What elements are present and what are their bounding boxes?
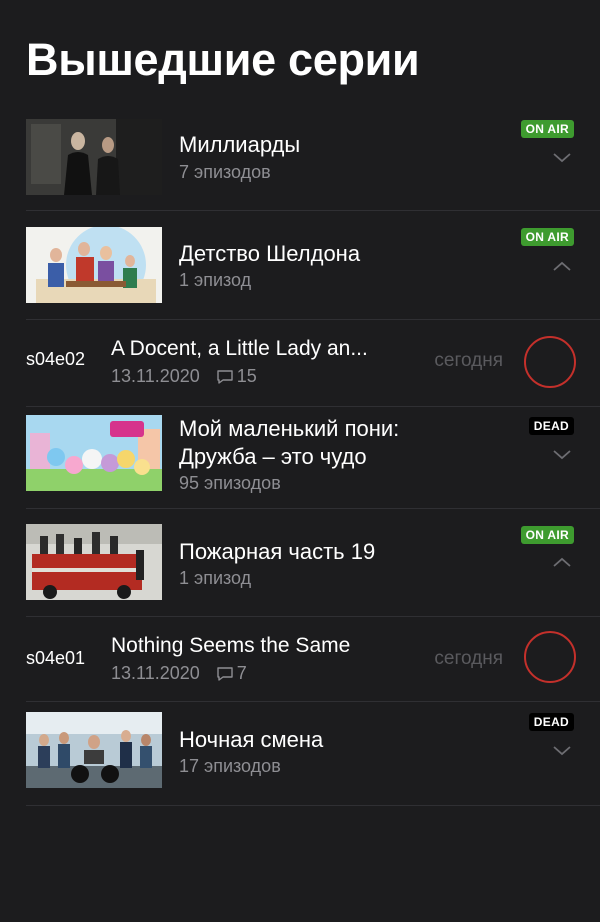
- episode-count: 1 эпизод: [179, 270, 252, 290]
- mark-watched-button[interactable]: [524, 631, 576, 683]
- mark-watched-button[interactable]: [524, 336, 576, 388]
- show-poster: [26, 712, 162, 788]
- show-row-billions[interactable]: Миллиарды 7 эпизодов ON AIR: [0, 108, 600, 210]
- episode-code: s04e01: [26, 648, 86, 668]
- show-title: Миллиарды: [179, 132, 301, 157]
- status-badge: ON AIR: [520, 526, 574, 544]
- chevron-down-icon[interactable]: [551, 150, 573, 164]
- status-badge: ON AIR: [520, 120, 574, 138]
- chevron-down-icon[interactable]: [551, 743, 573, 757]
- episode-row[interactable]: s04e01 Nothing Seems the Same 13.11.2020…: [0, 617, 600, 701]
- show-title-line-1: Мой маленький пони:: [179, 416, 400, 441]
- page-title: Вышедшие серии: [26, 34, 420, 85]
- episode-count: 1 эпизод: [179, 568, 252, 588]
- episode-when: сегодня: [434, 350, 503, 371]
- episode-date: 13.11.2020: [111, 366, 200, 386]
- show-title-line-2: Дружба – это чудо: [179, 444, 367, 469]
- comment-count: 15: [236, 366, 257, 386]
- status-badge: ON AIR: [520, 228, 574, 246]
- episode-meta: 13.11.2020 15: [111, 366, 257, 387]
- chevron-up-icon[interactable]: [551, 555, 573, 569]
- show-title: Ночная смена: [179, 727, 324, 752]
- show-row-night-shift[interactable]: Ночная смена 17 эпизодов DEAD: [0, 702, 600, 805]
- episode-title: A Docent, a Little Lady an...: [111, 337, 368, 360]
- show-row-station-19[interactable]: Пожарная часть 19 1 эпизод ON AIR: [0, 509, 600, 616]
- episode-count: 7 эпизодов: [179, 162, 271, 182]
- episode-count: 95 эпизодов: [179, 473, 281, 493]
- comment-icon: [217, 666, 233, 681]
- episode-code: s04e02: [26, 349, 86, 369]
- chevron-up-icon[interactable]: [551, 259, 573, 273]
- comment-count: 7: [236, 663, 247, 683]
- episode-row[interactable]: s04e02 A Docent, a Little Lady an... 13.…: [0, 320, 600, 406]
- episode-meta: 13.11.2020 7: [111, 663, 247, 684]
- status-badge: DEAD: [528, 713, 574, 731]
- show-row-young-sheldon[interactable]: Детство Шелдона 1 эпизод ON AIR: [0, 211, 600, 319]
- show-poster: [26, 415, 162, 491]
- status-badge: DEAD: [528, 417, 574, 435]
- show-poster: [26, 227, 162, 303]
- show-title: Детство Шелдона: [179, 241, 361, 266]
- show-row-my-little-pony[interactable]: Мой маленький пони: Дружба – это чудо 95…: [0, 407, 600, 508]
- chevron-down-icon[interactable]: [551, 447, 573, 461]
- show-title: Пожарная часть 19: [179, 539, 376, 564]
- comment-icon: [217, 369, 233, 384]
- show-poster: [26, 524, 162, 600]
- episode-when: сегодня: [434, 648, 503, 669]
- show-poster: [26, 119, 162, 195]
- episode-title: Nothing Seems the Same: [111, 634, 351, 657]
- episode-count: 17 эпизодов: [179, 756, 281, 776]
- episode-date: 13.11.2020: [111, 663, 200, 683]
